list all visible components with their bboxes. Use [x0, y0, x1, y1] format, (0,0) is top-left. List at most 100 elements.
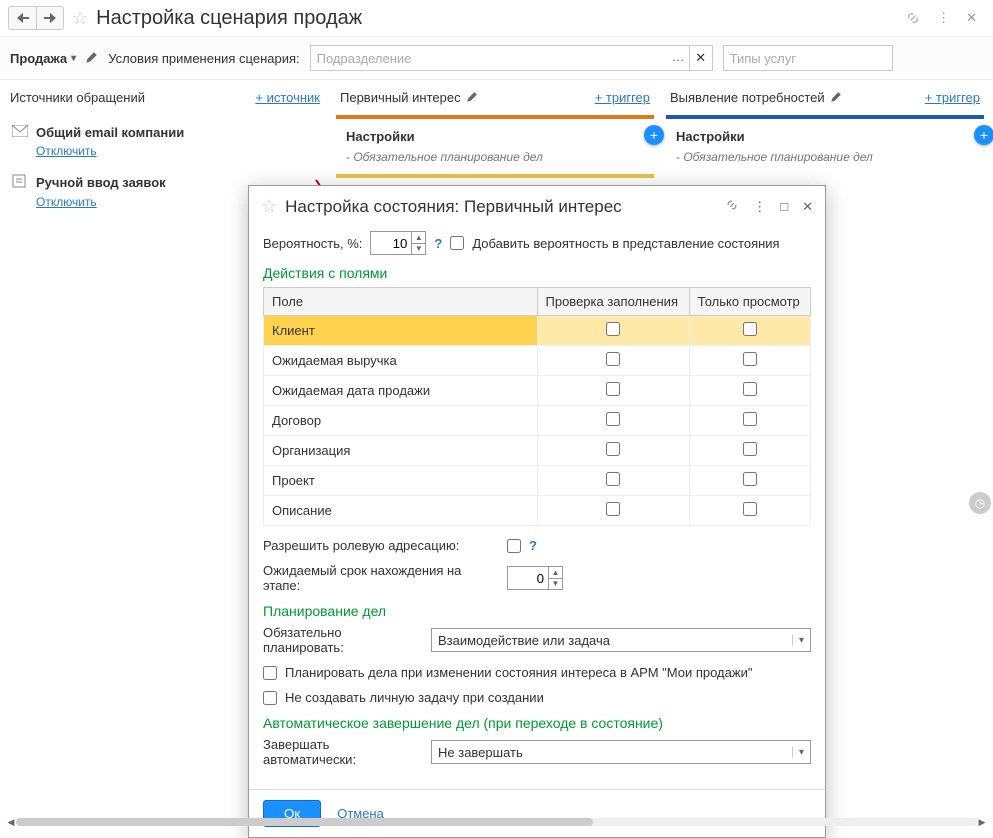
kebab-icon[interactable]: ⋮	[937, 10, 950, 29]
edit-primary-column-button[interactable]	[467, 90, 478, 105]
source-item: Общий email компании	[6, 115, 324, 140]
chevron-down-icon: ▾	[71, 53, 76, 64]
close-icon[interactable]: ✕	[966, 10, 977, 29]
needs-rule: Обязательное планирование дел	[676, 150, 974, 164]
readonly-checkbox[interactable]	[743, 472, 757, 486]
edit-needs-column-button[interactable]	[831, 90, 842, 105]
field-name-cell: Ожидаемая выручка	[264, 346, 538, 376]
mail-icon	[12, 125, 28, 140]
needs-column-title: Выявление потребностей	[670, 90, 842, 105]
sources-column-title: Источники обращений	[10, 90, 145, 105]
check-fill-checkbox[interactable]	[606, 502, 620, 516]
field-name-cell: Договор	[264, 406, 538, 436]
table-row[interactable]: Ожидаемая дата продажи	[264, 376, 811, 406]
add-stage-needs-button[interactable]: +	[974, 125, 993, 145]
check-fill-checkbox[interactable]	[606, 352, 620, 366]
link-icon[interactable]	[905, 10, 921, 29]
more-icon[interactable]: …	[672, 49, 685, 64]
auto-complete-label: Завершать автоматически:	[263, 737, 423, 767]
table-row[interactable]: Описание	[264, 496, 811, 526]
check-fill-checkbox[interactable]	[606, 412, 620, 426]
chevron-down-icon: ▾	[792, 747, 804, 758]
field-name-cell: Клиент	[264, 316, 538, 346]
primary-rule: Обязательное планирование дел	[346, 150, 644, 164]
add-probability-label: Добавить вероятность в представление сос…	[472, 236, 779, 251]
probability-label: Вероятность, %:	[263, 236, 362, 251]
add-trigger-needs-link[interactable]: + триггер	[925, 90, 980, 105]
dialog-link-icon[interactable]	[725, 198, 739, 215]
dialog-close-icon[interactable]: ✕	[802, 199, 813, 215]
state-settings-dialog: ☆ Настройка состояния: Первичный интерес…	[248, 185, 826, 838]
th-check: Проверка заполнения	[537, 288, 689, 316]
page-title: Настройка сценария продаж	[96, 7, 362, 30]
expected-duration-label: Ожидаемый срок нахождения на этапе:	[263, 563, 499, 593]
field-name-cell: Организация	[264, 436, 538, 466]
dialog-title: Настройка состояния: Первичный интерес	[285, 197, 622, 217]
fields-section-title: Действия с полями	[263, 265, 811, 281]
readonly-checkbox[interactable]	[743, 322, 757, 336]
dialog-kebab-icon[interactable]: ⋮	[753, 199, 766, 215]
no-personal-task-checkbox[interactable]	[263, 691, 277, 705]
edit-scenario-button[interactable]	[86, 51, 98, 66]
readonly-checkbox[interactable]	[743, 442, 757, 456]
add-trigger-primary-link[interactable]: + триггер	[595, 90, 650, 105]
primary-interest-column-title: Первичный интерес	[340, 90, 478, 105]
probability-spinner[interactable]: ▲▼	[412, 231, 426, 255]
table-row[interactable]: Организация	[264, 436, 811, 466]
readonly-checkbox[interactable]	[743, 352, 757, 366]
side-action-button[interactable]: ◷	[969, 492, 991, 514]
primary-settings-label: Настройки	[346, 129, 644, 144]
no-personal-task-label: Не создавать личную задачу при создании	[285, 690, 544, 705]
plan-on-change-checkbox[interactable]	[263, 666, 277, 680]
check-fill-checkbox[interactable]	[606, 472, 620, 486]
check-fill-checkbox[interactable]	[606, 382, 620, 396]
add-probability-checkbox[interactable]	[450, 236, 464, 250]
forward-button[interactable]	[36, 6, 64, 30]
autocomplete-section-title: Автоматическое завершение дел (при перех…	[263, 715, 811, 731]
back-button[interactable]	[8, 6, 36, 30]
plan-required-select[interactable]: Взаимодействие или задача▾	[431, 628, 811, 652]
chevron-down-icon: ▾	[792, 635, 804, 646]
th-readonly: Только просмотр	[689, 288, 810, 316]
role-addressing-label: Разрешить ролевую адресацию:	[263, 538, 499, 553]
form-icon	[12, 174, 28, 191]
probability-input[interactable]	[370, 231, 412, 255]
dialog-maximize-icon[interactable]: □	[780, 199, 788, 214]
add-source-link[interactable]: + источник	[255, 90, 320, 105]
source-name: Ручной ввод заявок	[36, 175, 166, 190]
subdivision-input[interactable]: Подразделение …	[310, 45, 690, 71]
service-types-input[interactable]: Типы услуг	[723, 45, 893, 71]
check-fill-checkbox[interactable]	[606, 322, 620, 336]
conditions-label: Условия применения сценария:	[108, 51, 299, 66]
field-name-cell: Проект	[264, 466, 538, 496]
fields-table: Поле Проверка заполнения Только просмотр…	[263, 287, 811, 526]
table-row[interactable]: Проект	[264, 466, 811, 496]
role-addressing-checkbox[interactable]	[507, 539, 521, 553]
expected-duration-spinner[interactable]: ▲▼	[549, 566, 563, 590]
scenario-type[interactable]: Продажа ▾	[10, 51, 76, 66]
expected-duration-input[interactable]	[507, 566, 549, 590]
role-help-icon[interactable]: ?	[529, 538, 537, 553]
dialog-star-icon[interactable]: ☆	[261, 196, 277, 217]
plan-required-label: Обязательно планировать:	[263, 625, 423, 655]
plan-on-change-label: Планировать дела при изменении состояния…	[285, 665, 752, 680]
readonly-checkbox[interactable]	[743, 382, 757, 396]
star-icon[interactable]: ☆	[72, 8, 88, 29]
disable-source-link[interactable]: Отключить	[6, 144, 324, 158]
table-row[interactable]: Договор	[264, 406, 811, 436]
source-name: Общий email компании	[36, 125, 184, 140]
planning-section-title: Планирование дел	[263, 603, 811, 619]
readonly-checkbox[interactable]	[743, 412, 757, 426]
field-name-cell: Ожидаемая дата продажи	[264, 376, 538, 406]
probability-help-icon[interactable]: ?	[434, 236, 442, 251]
needs-settings-label: Настройки	[676, 129, 974, 144]
readonly-checkbox[interactable]	[743, 502, 757, 516]
table-row[interactable]: Ожидаемая выручка	[264, 346, 811, 376]
field-name-cell: Описание	[264, 496, 538, 526]
table-row[interactable]: Клиент	[264, 316, 811, 346]
th-field: Поле	[264, 288, 538, 316]
clear-subdivision-button[interactable]: ✕	[689, 45, 713, 71]
auto-complete-select[interactable]: Не завершать▾	[431, 740, 811, 764]
check-fill-checkbox[interactable]	[606, 442, 620, 456]
horizontal-scrollbar[interactable]: ◀ ▶	[6, 817, 987, 827]
